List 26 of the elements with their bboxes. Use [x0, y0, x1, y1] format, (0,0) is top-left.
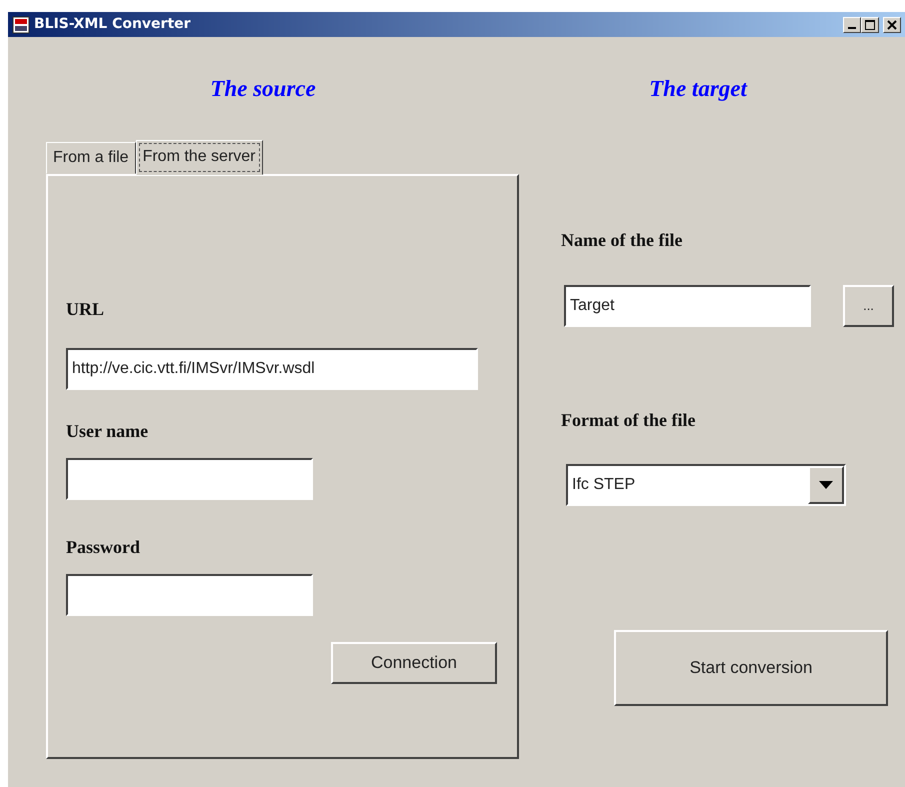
- minimize-icon: [848, 26, 856, 28]
- tab[interactable]: From a file: [46, 142, 136, 174]
- close-icon: [887, 20, 897, 30]
- input-field[interactable]: [66, 458, 313, 500]
- tab[interactable]: From the server: [136, 140, 262, 175]
- dropdown-arrow-icon: [819, 481, 833, 489]
- window-title: BLIS-XML Converter: [34, 15, 191, 34]
- browse-button[interactable]: ...: [843, 285, 894, 327]
- field-label: URL: [66, 299, 104, 319]
- maximize-icon: [865, 20, 875, 30]
- field-label: Password: [66, 537, 140, 557]
- format-dropdown[interactable]: Ifc STEP: [566, 464, 846, 506]
- maximize-button[interactable]: [861, 16, 879, 32]
- close-button[interactable]: [883, 16, 901, 32]
- input-field[interactable]: http://ve.cic.vtt.fi/IMSvr/IMSvr.wsdl: [66, 348, 478, 390]
- start-conversion-button[interactable]: Start conversion: [614, 630, 888, 706]
- app-icon: [12, 16, 30, 34]
- connection-button[interactable]: Connection: [331, 642, 497, 684]
- input-field[interactable]: Target: [564, 285, 811, 327]
- field-label: Name of the file: [561, 230, 682, 250]
- section-heading: The target: [649, 76, 747, 101]
- minimize-button[interactable]: [843, 16, 861, 32]
- field-label: User name: [66, 421, 148, 441]
- input-field[interactable]: [66, 574, 313, 616]
- section-heading: The source: [210, 76, 316, 101]
- field-label: Format of the file: [561, 410, 696, 430]
